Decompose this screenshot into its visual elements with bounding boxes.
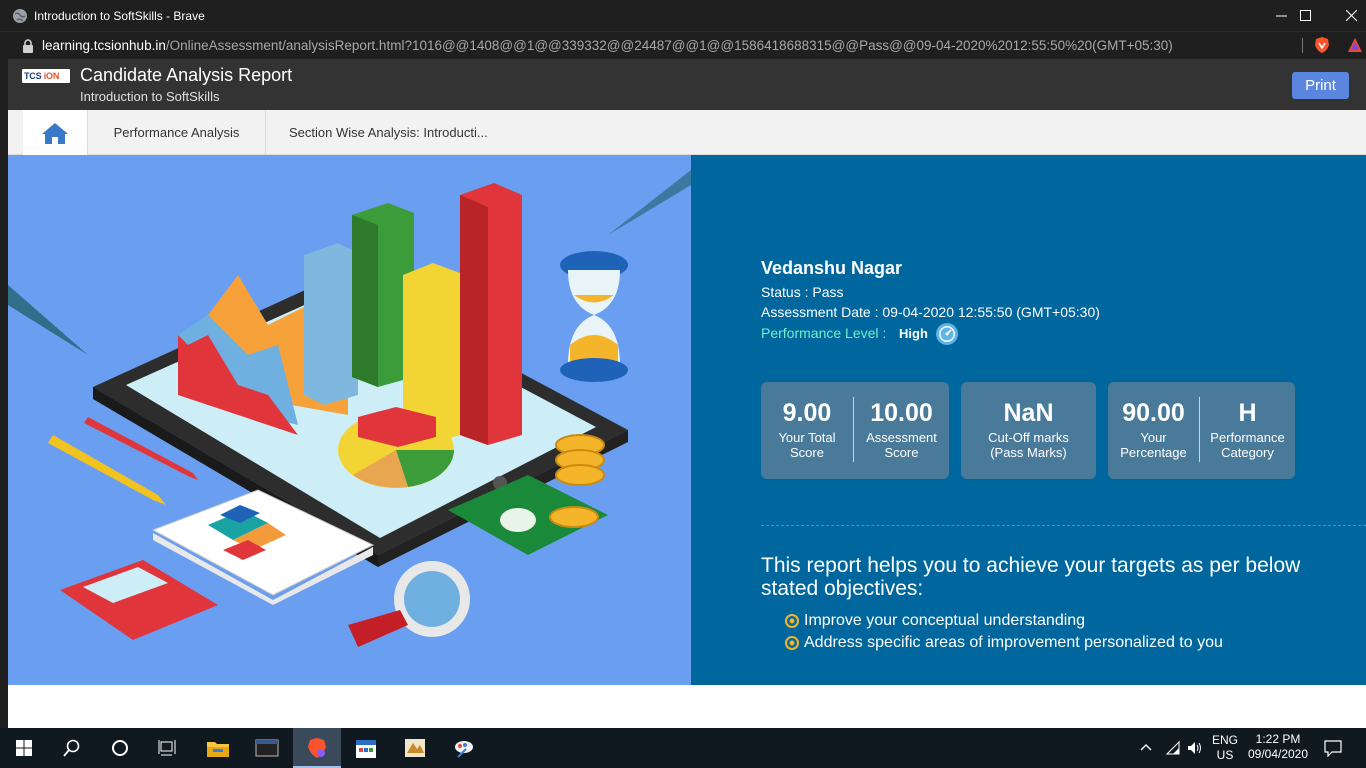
assessment-score-value: 10.00 bbox=[870, 399, 933, 427]
task-view-icon bbox=[158, 740, 176, 756]
lock-icon bbox=[23, 38, 33, 53]
candidate-name: Vedanshu Nagar bbox=[761, 258, 903, 278]
url-text[interactable]: learning.tcsionhub.in/OnlineAssessment/a… bbox=[42, 38, 1173, 53]
home-tab[interactable] bbox=[23, 110, 88, 155]
nav-tabs: Performance Analysis Section Wise Analys… bbox=[8, 110, 1366, 155]
start-button[interactable] bbox=[0, 728, 48, 768]
notification-icon[interactable] bbox=[1324, 739, 1342, 757]
cortana-button[interactable] bbox=[96, 728, 144, 768]
search-icon bbox=[63, 739, 80, 757]
analytics-illustration bbox=[8, 155, 691, 685]
window-title: Introduction to SoftSkills - Brave bbox=[34, 8, 205, 23]
url-host: learning.tcsionhub.in bbox=[42, 38, 166, 53]
page-footer-area bbox=[8, 685, 1366, 728]
total-score-label: Your Total Score bbox=[778, 430, 836, 460]
category-value: H bbox=[1238, 399, 1257, 427]
home-icon bbox=[42, 122, 68, 144]
performance-gauge-icon bbox=[936, 323, 958, 345]
category-stat: H Performance Category bbox=[1200, 382, 1295, 479]
maximize-icon bbox=[1299, 10, 1311, 21]
print-button[interactable]: Print bbox=[1292, 72, 1349, 99]
search-button[interactable] bbox=[48, 728, 96, 768]
page-subtitle: Introduction to SoftSkills bbox=[80, 89, 220, 104]
windows-logo-icon bbox=[16, 740, 32, 756]
percentage-card: 90.00 Your Percentage H Performance Catego… bbox=[1108, 382, 1295, 479]
chevron-up-icon[interactable] bbox=[1140, 742, 1152, 752]
terminal-icon bbox=[255, 739, 279, 757]
candidate-summary-panel: Vedanshu Nagar Status : Pass Assessment … bbox=[691, 155, 1366, 685]
target-bullet-icon bbox=[785, 636, 799, 650]
report-hero: Vedanshu Nagar Status : Pass Assessment … bbox=[8, 155, 1366, 685]
assessment-score-label: Assessment Score bbox=[866, 430, 937, 460]
percentage-label: Your Percentage bbox=[1120, 430, 1187, 460]
analytics-illustration-art bbox=[8, 170, 691, 647]
app-header: TCS iON Candidate Analysis Report Introd… bbox=[8, 59, 1366, 110]
page-title: Candidate Analysis Report bbox=[80, 65, 293, 85]
calendar-icon bbox=[356, 740, 376, 758]
paint-app-button[interactable] bbox=[440, 728, 488, 768]
globe-icon bbox=[13, 8, 27, 23]
tab-performance-analysis[interactable]: Performance Analysis bbox=[88, 110, 266, 155]
close-button[interactable] bbox=[1328, 0, 1366, 31]
tcs-ion-logo: TCS iON bbox=[22, 69, 70, 83]
url-separator bbox=[1302, 38, 1303, 53]
performance-level-label: Performance Level : bbox=[761, 325, 887, 341]
wifi-icon[interactable] bbox=[1165, 740, 1181, 756]
performance-level-value: High bbox=[899, 326, 928, 341]
windows-taskbar: ENG US 1:22 PM 09/04/2020 bbox=[0, 728, 1366, 768]
score-card: 9.00 Your Total Score 10.00 Assessment Sco… bbox=[761, 382, 949, 479]
category-label: Performance Category bbox=[1210, 430, 1285, 460]
section-divider bbox=[761, 525, 1366, 526]
browser-titlebar: Introduction to SoftSkills - Brave bbox=[0, 0, 1366, 31]
tab-section-wise-analysis[interactable]: Section Wise Analysis: Introducti... bbox=[266, 110, 526, 155]
calendar-app-button[interactable] bbox=[342, 728, 390, 768]
terminal-app-button[interactable] bbox=[243, 728, 291, 768]
cutoff-card: NaN Cut-Off marks (Pass Marks) bbox=[961, 382, 1096, 479]
objective-item: Address specific areas of improvement pe… bbox=[785, 634, 1223, 652]
clock[interactable]: 1:22 PM 09/04/2020 bbox=[1244, 732, 1312, 762]
brave-browser-icon bbox=[308, 738, 326, 758]
cutoff-value: NaN bbox=[1003, 399, 1054, 427]
candidate-status: Status : Pass bbox=[761, 284, 844, 300]
brave-browser-button[interactable] bbox=[293, 728, 341, 768]
media-app-button[interactable] bbox=[391, 728, 439, 768]
brave-shield-icon[interactable] bbox=[1313, 36, 1331, 54]
address-bar[interactable]: learning.tcsionhub.in/OnlineAssessment/a… bbox=[0, 31, 1366, 59]
brave-rewards-icon[interactable] bbox=[1347, 37, 1363, 53]
target-bullet-icon bbox=[785, 614, 799, 628]
task-view-button[interactable] bbox=[144, 728, 192, 768]
url-path: /OnlineAssessment/analysisReport.html?10… bbox=[165, 38, 1173, 53]
cortana-icon bbox=[112, 740, 128, 756]
media-app-icon bbox=[405, 739, 425, 757]
cutoff-label: Cut-Off marks (Pass Marks) bbox=[988, 430, 1069, 460]
assessment-score-stat: 10.00 Assessment Score bbox=[854, 382, 949, 479]
cutoff-stat: NaN Cut-Off marks (Pass Marks) bbox=[961, 382, 1096, 479]
maximize-button[interactable] bbox=[1282, 0, 1328, 31]
objectives-heading: This report helps you to achieve your ta… bbox=[761, 554, 1301, 600]
window-border bbox=[0, 59, 8, 728]
paint-app-icon bbox=[455, 741, 473, 758]
percentage-stat: 90.00 Your Percentage bbox=[1108, 382, 1199, 479]
objective-item: Improve your conceptual understanding bbox=[785, 612, 1085, 630]
file-explorer-button[interactable] bbox=[194, 728, 242, 768]
volume-icon[interactable] bbox=[1186, 740, 1204, 756]
assessment-date: Assessment Date : 09-04-2020 12:55:50 (G… bbox=[761, 304, 1100, 320]
percentage-value: 90.00 bbox=[1122, 399, 1185, 427]
folder-icon bbox=[207, 742, 229, 757]
input-language[interactable]: ENG US bbox=[1210, 733, 1240, 763]
close-icon bbox=[1345, 10, 1357, 21]
total-score-value: 9.00 bbox=[782, 399, 832, 427]
total-score-stat: 9.00 Your Total Score bbox=[761, 382, 853, 479]
